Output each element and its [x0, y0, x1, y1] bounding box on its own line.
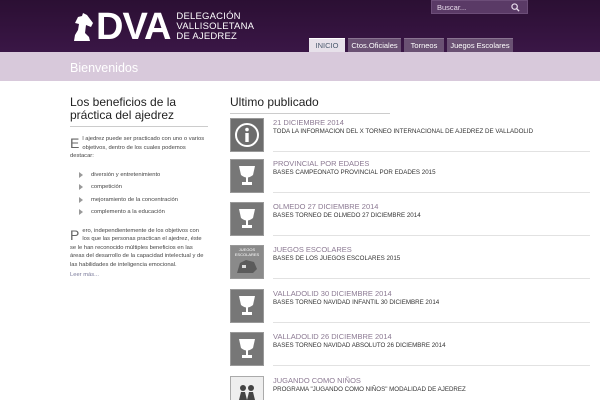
post-thumbnail[interactable]: [230, 202, 264, 236]
tab-ctos-oficiales[interactable]: Ctos.Oficiales: [348, 38, 401, 52]
post-thumbnail[interactable]: [230, 376, 264, 400]
list-item: complemento a la educación: [70, 206, 208, 219]
search-input[interactable]: [432, 1, 508, 13]
post-category[interactable]: PROVINCIAL POR EDADES: [273, 159, 369, 168]
logo-text: DELEGACIÓN VALLISOLETANA DE AJEDREZ: [176, 12, 254, 42]
thumbnail-label: JUEGOS ESCOLARES: [234, 247, 260, 257]
post-item[interactable]: JUGANDO COMO NIÑOS PROGRAMA "JUGANDO COM…: [230, 376, 590, 400]
post-thumbnail[interactable]: [230, 118, 264, 152]
post-item[interactable]: VALLADOLID 26 DICIEMBRE 2014 BASES TORNE…: [230, 332, 590, 367]
arrow-bullet-icon: [79, 184, 83, 191]
divider: [273, 322, 590, 323]
tab-inicio[interactable]: INICIO: [309, 38, 345, 52]
trophy-icon: [239, 209, 255, 228]
site-logo[interactable]: DVA DELEGACIÓN VALLISOLETANA DE AJEDREZ: [70, 6, 254, 48]
dropcap: P: [70, 226, 80, 243]
post-title[interactable]: BASES DE LOS JUEGOS ESCOLARES 2015: [273, 255, 400, 262]
divider: [273, 365, 590, 366]
latest-heading: Ultimo publicado: [230, 95, 319, 109]
divider: [273, 151, 590, 152]
info-icon: [235, 123, 259, 147]
search-box: [431, 0, 528, 14]
dropcap: E: [70, 135, 80, 151]
benefits-heading: Los beneficios de la práctica del ajedre…: [70, 95, 177, 122]
post-title[interactable]: BASES TORNEO NAVIDAD INFANTIL 30 DICIEMB…: [273, 299, 439, 306]
logo-text-line: DE AJEDREZ: [176, 31, 238, 42]
post-title[interactable]: TODA LA INFORMACION DEL X TORNEO INTERNA…: [273, 128, 533, 135]
latest-posts-section: Ultimo publicado 21 DICIEMBRE 2014 TODA …: [230, 95, 590, 400]
benefits-section: Los beneficios de la práctica del ajedre…: [70, 96, 208, 278]
divider: [273, 278, 590, 279]
post-category[interactable]: JUGANDO COMO NIÑOS: [273, 376, 361, 385]
post-item[interactable]: PROVINCIAL POR EDADES BASES CAMPEONATO P…: [230, 159, 590, 194]
juegos-escolares-icon: [237, 260, 257, 273]
list-item-label: diversión y entretenimiento: [91, 171, 161, 178]
knight-icon: [74, 13, 93, 41]
intro-paragraph: El ajedrez puede ser practicado con uno …: [70, 135, 208, 161]
divider: [230, 113, 390, 114]
intro-text: l ajedrez puede ser practicado con uno o…: [70, 136, 205, 159]
post-thumbnail[interactable]: [230, 159, 264, 193]
read-more-link[interactable]: Leer más...: [70, 272, 208, 278]
post-title[interactable]: BASES CAMPEONATO PROVINCIAL POR EDADES 2…: [273, 169, 436, 176]
page-title: Bienvenidos: [70, 61, 139, 75]
post-title[interactable]: PROGRAMA "JUGANDO COMO NIÑOS" MODALIDAD …: [273, 386, 466, 393]
trophy-icon: [239, 166, 255, 185]
post-item[interactable]: OLMEDO 27 DICIEMBRE 2014 BASES TORNEO DE…: [230, 202, 590, 237]
site-header: DVA DELEGACIÓN VALLISOLETANA DE AJEDREZ …: [0, 0, 600, 52]
post-thumbnail[interactable]: JUEGOS ESCOLARES: [230, 245, 264, 279]
post-item[interactable]: VALLADOLID 30 DICIEMBRE 2014 BASES TORNE…: [230, 289, 590, 324]
list-item: competición: [70, 181, 208, 194]
post-item[interactable]: 21 DICIEMBRE 2014 TODA LA INFORMACION DE…: [230, 118, 590, 153]
post-title[interactable]: BASES TORNEO DE OLMEDO 27 DICIEMBRE 2014: [273, 212, 421, 219]
post-category[interactable]: JUEGOS ESCOLARES: [273, 245, 352, 254]
tab-torneos[interactable]: Torneos: [404, 38, 444, 52]
list-item-label: complemento a la educación: [91, 209, 165, 215]
trophy-icon: [239, 296, 255, 315]
main-nav: INICIO Ctos.Oficiales Torneos Juegos Esc…: [309, 38, 513, 52]
post-item[interactable]: JUEGOS ESCOLARES JUEGOS ESCOLARES BASES …: [230, 245, 590, 280]
welcome-band: Bienvenidos: [0, 52, 600, 81]
body-paragraph: Pero, independientemente de los objetivo…: [70, 227, 208, 270]
benefits-list: diversión y entretenimiento competición …: [70, 169, 208, 219]
post-category[interactable]: VALLADOLID 30 DICIEMBRE 2014: [273, 289, 392, 298]
body-text: ero, independientemente de los objetivos…: [70, 227, 204, 268]
post-thumbnail[interactable]: [230, 289, 264, 323]
trophy-icon: [239, 339, 255, 358]
children-icon: [239, 385, 255, 400]
arrow-bullet-icon: [79, 209, 83, 216]
arrow-bullet-icon: [79, 196, 83, 203]
post-title[interactable]: BASES TORNEO NAVIDAD ABSOLUTO 26 DICIEMB…: [273, 342, 446, 349]
arrow-bullet-icon: [79, 171, 83, 178]
post-thumbnail[interactable]: [230, 332, 264, 366]
list-item-label: mejoramiento de la concentración: [91, 196, 179, 203]
post-category[interactable]: OLMEDO 27 DICIEMBRE 2014: [273, 202, 378, 211]
post-category[interactable]: 21 DICIEMBRE 2014: [273, 118, 344, 127]
list-item-label: competición: [91, 184, 122, 190]
list-item: diversión y entretenimiento: [70, 169, 208, 182]
logo-letters: DVA: [96, 6, 171, 48]
search-icon[interactable]: [508, 1, 522, 13]
divider: [273, 235, 590, 236]
divider: [70, 126, 208, 127]
list-item: mejoramiento de la concentración: [70, 194, 208, 207]
tab-juegos-escolares[interactable]: Juegos Escolares: [447, 38, 513, 52]
divider: [273, 192, 590, 193]
post-category[interactable]: VALLADOLID 26 DICIEMBRE 2014: [273, 332, 392, 341]
